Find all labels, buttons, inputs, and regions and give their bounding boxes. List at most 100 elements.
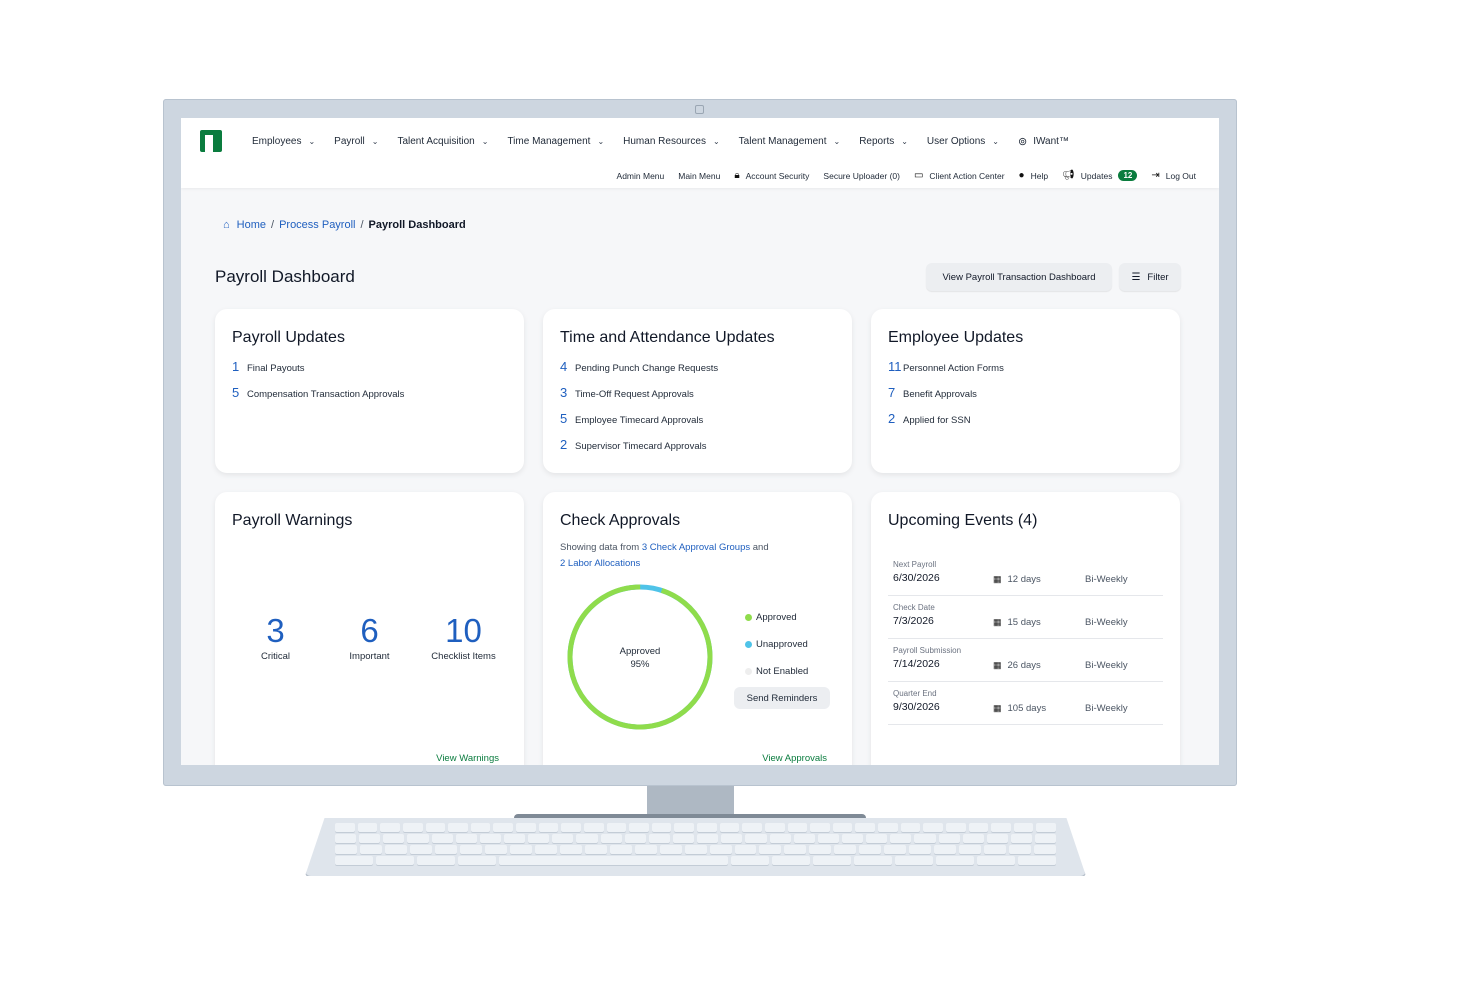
nav-talent-acquisition[interactable]: Talent Acquisition ⌄ xyxy=(397,136,488,147)
card-title: Time and Attendance Updates xyxy=(560,329,775,346)
warning-label: Important xyxy=(349,651,390,662)
view-transaction-dashboard-button[interactable]: View Payroll Transaction Dashboard xyxy=(926,263,1112,291)
event-row[interactable]: Next Payroll 6/30/2026 ▦ 12 days Bi-Weekl… xyxy=(888,553,1163,596)
update-row[interactable]: 2 Supervisor Timecard Approvals xyxy=(560,437,835,463)
event-days-text: 26 days xyxy=(1007,660,1041,671)
warning-stat-important[interactable]: 6 Important xyxy=(323,611,417,662)
key-row xyxy=(335,823,1056,832)
view-warnings-link[interactable]: View Warnings xyxy=(436,753,499,764)
labor-allocations-link[interactable]: 2 Labor Allocations xyxy=(560,558,640,569)
updates-label: Updates xyxy=(1080,170,1113,181)
chevron-down-icon: ⌄ xyxy=(833,137,841,146)
megaphone-icon: 📢︎ xyxy=(1062,170,1075,181)
event-frequency: Bi-Weekly xyxy=(1085,617,1128,628)
update-row[interactable]: 7 Benefit Approvals xyxy=(888,385,1163,411)
update-row[interactable]: 4 Pending Punch Change Requests xyxy=(560,359,835,385)
nav-reports[interactable]: Reports ⌄ xyxy=(859,136,908,147)
warning-count: 10 xyxy=(445,612,482,649)
event-days: ▦ 105 days xyxy=(993,703,1046,714)
button-label: Filter xyxy=(1147,271,1169,283)
event-label: Check Date xyxy=(893,603,935,612)
chevron-down-icon: ⌄ xyxy=(308,137,316,146)
admin-menu-link[interactable]: Admin Menu xyxy=(617,171,665,181)
chevron-down-icon: ⌄ xyxy=(712,137,720,146)
calendar-icon: ▦ xyxy=(993,703,1002,713)
card-title: Payroll Updates xyxy=(232,329,345,346)
nav-label: Payroll xyxy=(334,136,365,147)
view-approvals-link[interactable]: View Approvals xyxy=(762,753,827,764)
nav-label: Time Management xyxy=(507,136,591,147)
warning-count: 3 xyxy=(266,612,285,649)
main-menu-label: Main Menu xyxy=(678,170,721,181)
update-row[interactable]: 3 Time-Off Request Approvals xyxy=(560,385,835,411)
update-row[interactable]: 5 Compensation Transaction Approvals xyxy=(232,385,507,411)
warning-stat-critical[interactable]: 3 Critical xyxy=(229,611,323,662)
log-out-link[interactable]: ⇥ Log Out xyxy=(1151,170,1196,181)
update-row[interactable]: 2 Applied for SSN xyxy=(888,411,1163,437)
event-row[interactable]: Quarter End 9/30/2026 ▦ 105 days Bi-Weekl… xyxy=(888,682,1163,725)
donut-approved-arc xyxy=(567,584,713,730)
chevron-down-icon: ⌄ xyxy=(481,137,489,146)
warning-stat-checklist[interactable]: 10 Checklist Items xyxy=(417,611,511,662)
inbox-icon: ▭ xyxy=(913,170,924,181)
chevron-down-icon: ⌄ xyxy=(992,137,999,146)
donut-center-label: Approved xyxy=(620,646,661,657)
logout-icon: ⇥ xyxy=(1151,170,1160,181)
breadcrumb-home[interactable]: Home xyxy=(237,219,266,231)
nav-label: Reports xyxy=(859,136,895,147)
warning-stats: 3 Critical 6 Important 10 Checklist Item… xyxy=(215,611,524,662)
update-label: Benefit Approvals xyxy=(903,389,977,400)
keyboard xyxy=(305,818,1086,876)
payroll-warnings-card: Payroll Warnings 3 Critical 6 Important … xyxy=(215,492,524,765)
approval-groups-link[interactable]: 3 Check Approval Groups xyxy=(642,542,750,553)
updates-link[interactable]: 📢︎ Updates 12 xyxy=(1062,170,1138,181)
update-row[interactable]: 1 Final Payouts xyxy=(232,359,507,385)
account-security-label: Account Security xyxy=(745,170,810,181)
filter-button[interactable]: ☰ Filter xyxy=(1119,263,1181,291)
warning-label: Critical xyxy=(260,651,291,662)
nav-iwant[interactable]: ⊚ IWant™ xyxy=(1018,135,1069,148)
nav-time-management[interactable]: Time Management ⌄ xyxy=(507,136,604,147)
update-row[interactable]: 11 Personnel Action Forms xyxy=(888,359,1163,385)
legend-label: Approved xyxy=(756,612,797,623)
main-menu-link[interactable]: Main Menu xyxy=(678,171,720,181)
update-label: Time-Off Request Approvals xyxy=(575,389,694,400)
top-nav: Employees ⌄ Payroll ⌄ Talent Acquisition ⌄ … xyxy=(181,118,1219,188)
key-row xyxy=(335,856,1057,865)
log-out-label: Log Out xyxy=(1165,170,1196,181)
nav-label: Talent Management xyxy=(738,136,827,147)
calendar-icon: ▦ xyxy=(993,574,1002,584)
client-action-center-link[interactable]: ▭ Client Action Center xyxy=(914,170,1005,181)
breadcrumb: ⌂ Home / Process Payroll / Payroll Dashb… xyxy=(223,219,466,231)
nav-human-resources[interactable]: Human Resources ⌄ xyxy=(623,136,720,147)
help-label: Help xyxy=(1030,170,1049,181)
client-action-center-label: Client Action Center xyxy=(929,170,1005,181)
account-security-link[interactable]: 🔒︎ Account Security xyxy=(734,170,809,181)
nav-employees[interactable]: Employees ⌄ xyxy=(252,136,315,147)
update-count: 2 xyxy=(888,411,896,426)
nav-payroll[interactable]: Payroll ⌄ xyxy=(334,136,378,147)
event-date: 9/30/2026 xyxy=(893,701,940,713)
calendar-icon: ▦ xyxy=(993,617,1002,627)
event-date: 7/14/2026 xyxy=(893,658,940,670)
update-count: 5 xyxy=(560,411,568,426)
calendar-icon: ▦ xyxy=(993,660,1002,670)
legend-label: Unapproved xyxy=(756,639,808,650)
send-reminders-button[interactable]: Send Reminders xyxy=(734,687,830,709)
update-count: 7 xyxy=(888,385,896,400)
help-link[interactable]: ● Help xyxy=(1019,170,1049,181)
event-row[interactable]: Check Date 7/3/2026 ▦ 15 days Bi-Weekly xyxy=(888,596,1163,639)
event-row[interactable]: Payroll Submission 7/14/2026 ▦ 26 days Bi… xyxy=(888,639,1163,682)
paylocity-logo[interactable] xyxy=(200,130,222,152)
update-label: Applied for SSN xyxy=(903,415,971,426)
card-title: Upcoming Events (4) xyxy=(888,512,1038,529)
nav-label: Human Resources xyxy=(623,136,706,147)
secure-uploader-link[interactable]: Secure Uploader (0) xyxy=(823,171,900,181)
approvals-donut-chart: Approved 95% xyxy=(567,584,713,730)
update-row[interactable]: 5 Employee Timecard Approvals xyxy=(560,411,835,437)
button-label: Send Reminders xyxy=(746,692,818,704)
nav-user-options[interactable]: User Options ⌄ xyxy=(927,136,999,147)
event-days-text: 12 days xyxy=(1007,574,1041,585)
nav-talent-management[interactable]: Talent Management ⌄ xyxy=(739,136,841,147)
breadcrumb-process-payroll[interactable]: Process Payroll xyxy=(279,219,355,231)
